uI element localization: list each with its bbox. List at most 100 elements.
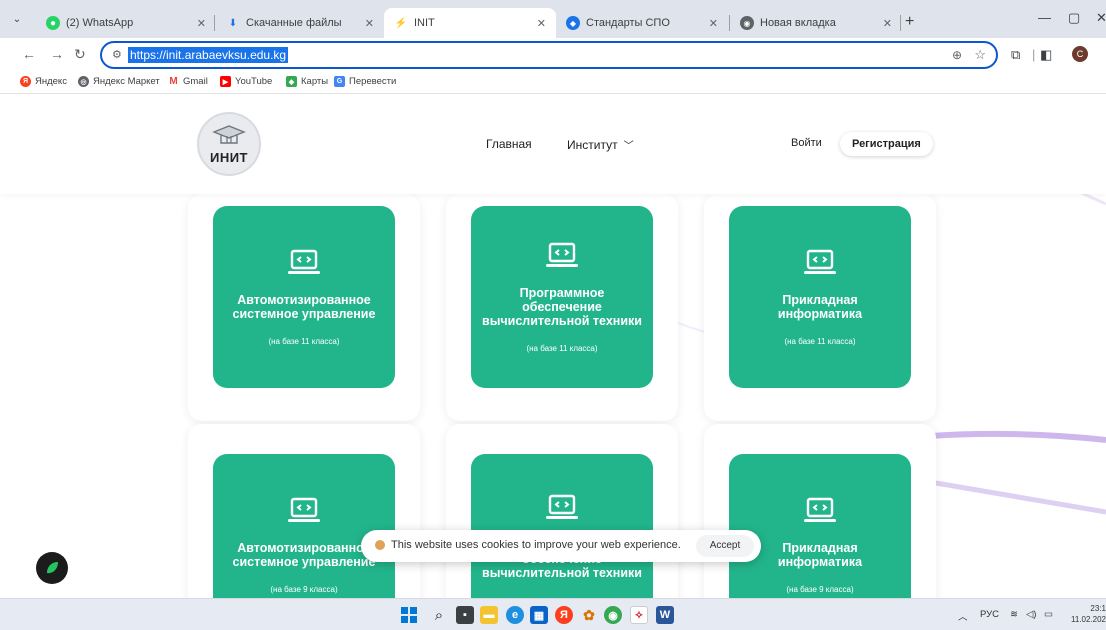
bookmark-yandex-market[interactable]: ◎ Яндекс Маркет (78, 76, 160, 87)
tab-close-icon[interactable]: ✕ (537, 17, 546, 30)
browser-toolbar: ← → ↻ ⚙ https://init.arabaevksu.edu.kg ⊕… (0, 38, 1106, 72)
laptop-code-icon (804, 249, 836, 274)
bookmark-star-icon[interactable]: ☆ (974, 47, 986, 63)
gmail-icon: M (169, 76, 178, 87)
side-panel-icon[interactable]: ◧ (1040, 47, 1052, 63)
restore-icon[interactable]: ▢ (1068, 10, 1080, 26)
tab-whatsapp[interactable]: ● (2) WhatsApp ✕ (36, 8, 216, 38)
wifi-icon[interactable]: ≋ (1010, 609, 1018, 620)
toolbar-divider: | (1032, 47, 1036, 62)
chrome-icon: ◉ (740, 16, 754, 30)
cookie-icon (375, 540, 385, 550)
address-url[interactable]: https://init.arabaevksu.edu.kg (128, 47, 289, 63)
yandex-browser-icon[interactable]: Я (555, 606, 573, 624)
cookie-accept-button[interactable]: Accept (696, 535, 754, 557)
web-page: ИНИТ Главная Институт ﹀ Войти Регистрация… (0, 94, 1106, 598)
forward-arrow-icon[interactable]: → (50, 46, 64, 62)
chevron-down-icon: ﹀ (623, 141, 634, 152)
file-explorer-icon[interactable]: ▬ (480, 606, 498, 624)
globe-icon: ◎ (78, 76, 89, 87)
nav-institute-label: Институт (567, 138, 618, 152)
new-tab-plus-icon[interactable]: + (905, 13, 914, 31)
edge-icon[interactable]: e (506, 606, 524, 624)
program-card[interactable]: Автомотизированное системное управление … (213, 454, 395, 598)
extensions-icon[interactable]: ⧉ (1011, 47, 1020, 63)
bookmarks-bar: Я Яндекс ◎ Яндекс Маркет M Gmail ▶ YouTu… (0, 72, 1106, 94)
program-card[interactable]: Прикладная информатика (на базе 11 класс… (729, 206, 911, 388)
card-subtitle: (на базе 11 класса) (268, 336, 340, 346)
browser-tab-strip: ⌄ ● (2) WhatsApp ✕ ⬇ Скачанные файлы ✕ ⚡… (0, 0, 1106, 38)
init-icon: ⚡ (394, 17, 408, 29)
card-title: Прикладная информатика (777, 292, 863, 321)
program-card[interactable]: Программное обеспечение вычислительной т… (471, 206, 653, 388)
card-subtitle: (на базе 9 класса) (270, 584, 338, 594)
windows-start-icon[interactable] (400, 606, 418, 624)
address-bar[interactable]: ⚙ https://init.arabaevksu.edu.kg ⊕ ☆ (100, 41, 998, 69)
graduation-cap-icon (212, 124, 246, 144)
minimize-icon[interactable]: — (1038, 10, 1051, 25)
laptop-code-icon (546, 242, 578, 267)
youtube-icon: ▶ (220, 76, 231, 87)
battery-icon[interactable]: ▭ (1044, 609, 1053, 620)
google-drive-icon: ◆ (566, 16, 580, 30)
logo-text: ИНИТ (209, 149, 249, 165)
tab-search-icon[interactable]: ⌄ (8, 11, 26, 29)
bookmark-youtube[interactable]: ▶ YouTube (220, 76, 272, 87)
program-card[interactable]: Автомотизированное системное управление … (213, 206, 395, 388)
card-title: Прикладная информатика (777, 540, 863, 569)
tab-close-icon[interactable]: ✕ (709, 17, 718, 30)
bookmark-maps[interactable]: ◆ Карты (286, 76, 328, 87)
word-icon[interactable]: W (656, 606, 674, 624)
leaf-icon (47, 562, 58, 574)
task-view-icon[interactable]: ▪ (456, 606, 474, 624)
tray-chevron-up-icon[interactable]: ︿ (958, 609, 968, 623)
card-subtitle: (на базе 9 класса) (786, 584, 854, 594)
windows-taskbar: ⌕ ▪ ▬ e ▦ Я ✿ ◉ ⟡ W ︿ РУС ≋ ◁) ▭ 23:1 11… (0, 598, 1106, 630)
program-card[interactable]: Программное обеспечение вычислительной т… (471, 454, 653, 598)
site-header: ИНИТ Главная Институт ﹀ Войти Регистрация (0, 94, 1106, 194)
tab-close-icon[interactable]: ✕ (197, 17, 206, 30)
bookmark-gmail[interactable]: M Gmail (168, 76, 207, 87)
chat-widget-button[interactable] (36, 552, 68, 584)
card-title: Программное обеспечение вычислительной т… (482, 285, 642, 328)
whatsapp-icon: ● (46, 16, 60, 30)
laptop-code-icon (288, 249, 320, 274)
clock-date: 11.02.202 (1071, 615, 1106, 624)
app-icon[interactable]: ✿ (580, 606, 598, 624)
bookmark-yandex[interactable]: Я Яндекс (20, 76, 67, 87)
site-info-icon[interactable]: ⚙ (112, 48, 122, 61)
tab-standards[interactable]: ◆ Стандарты СПО ✕ (556, 8, 728, 38)
language-indicator[interactable]: РУС (980, 609, 999, 620)
laptop-code-icon (288, 497, 320, 522)
zoom-icon[interactable]: ⊕ (952, 48, 962, 62)
tab-close-icon[interactable]: ✕ (883, 17, 892, 30)
system-clock[interactable]: 23:1 11.02.202 (1066, 603, 1106, 625)
reload-icon[interactable]: ↻ (74, 46, 86, 63)
site-logo[interactable]: ИНИТ (197, 112, 261, 176)
card-subtitle: (на базе 11 класса) (526, 343, 598, 353)
card-subtitle: (на базе 11 класса) (784, 336, 856, 346)
nav-institute[interactable]: Институт ﹀ (567, 137, 634, 152)
volume-icon[interactable]: ◁) (1026, 609, 1036, 620)
register-button[interactable]: Регистрация (840, 132, 933, 156)
tab-downloads[interactable]: ⬇ Скачанные файлы ✕ (216, 8, 384, 38)
yandex-icon: Я (20, 76, 31, 87)
chrome-taskbar-icon[interactable]: ◉ (604, 606, 622, 624)
tab-new-tab[interactable]: ◉ Новая вкладка ✕ (730, 8, 902, 38)
close-window-icon[interactable]: ✕ (1096, 10, 1106, 26)
store-icon[interactable]: ▦ (530, 606, 548, 624)
pdf-icon[interactable]: ⟡ (630, 606, 648, 624)
clock-time: 23:1 (1090, 604, 1106, 613)
profile-avatar[interactable]: C (1072, 46, 1088, 62)
login-link[interactable]: Войти (791, 137, 822, 149)
tab-close-icon[interactable]: ✕ (365, 17, 374, 30)
program-card[interactable]: Прикладная информатика (на базе 9 класса… (729, 454, 911, 598)
tab-divider (900, 15, 901, 31)
tab-init[interactable]: ⚡ INIT ✕ (384, 8, 556, 38)
cookie-banner: This website uses cookies to improve you… (361, 530, 761, 562)
bookmark-translate[interactable]: G Перевести (334, 76, 396, 87)
search-icon[interactable]: ⌕ (430, 606, 448, 624)
download-icon: ⬇ (228, 17, 238, 29)
nav-home[interactable]: Главная (486, 137, 532, 151)
back-arrow-icon[interactable]: ← (22, 46, 36, 62)
